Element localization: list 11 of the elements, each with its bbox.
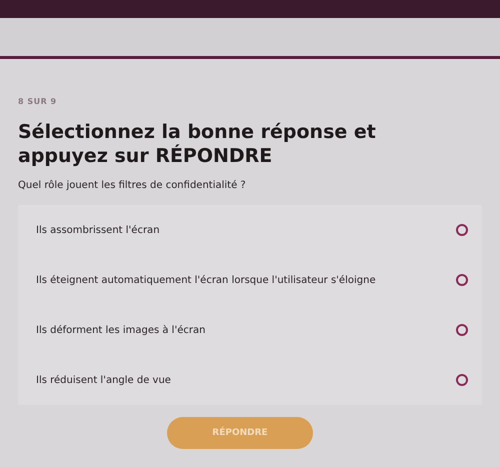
radio-button[interactable] <box>456 274 468 286</box>
answer-option[interactable]: Ils éteignent automatiquement l'écran lorsque l'utilisateur s'éloigne <box>18 255 482 305</box>
progress-label: 8 SUR 9 <box>18 97 58 106</box>
radio-button[interactable] <box>456 374 468 386</box>
radio-button[interactable] <box>456 224 468 236</box>
answer-option[interactable]: Ils assombrissent l'écran <box>18 205 482 255</box>
radio-button[interactable] <box>456 324 468 336</box>
instruction-title: Sélectionnez la bonne réponse et appuyez sur RÉPONDRE <box>18 120 377 168</box>
answer-option[interactable]: Ils déforment les images à l'écran <box>18 305 482 355</box>
question-text: Quel rôle jouent les filtres de confidentialité ? <box>18 180 247 191</box>
answer-option[interactable]: Ils réduisent l'angle de vue <box>18 355 482 405</box>
